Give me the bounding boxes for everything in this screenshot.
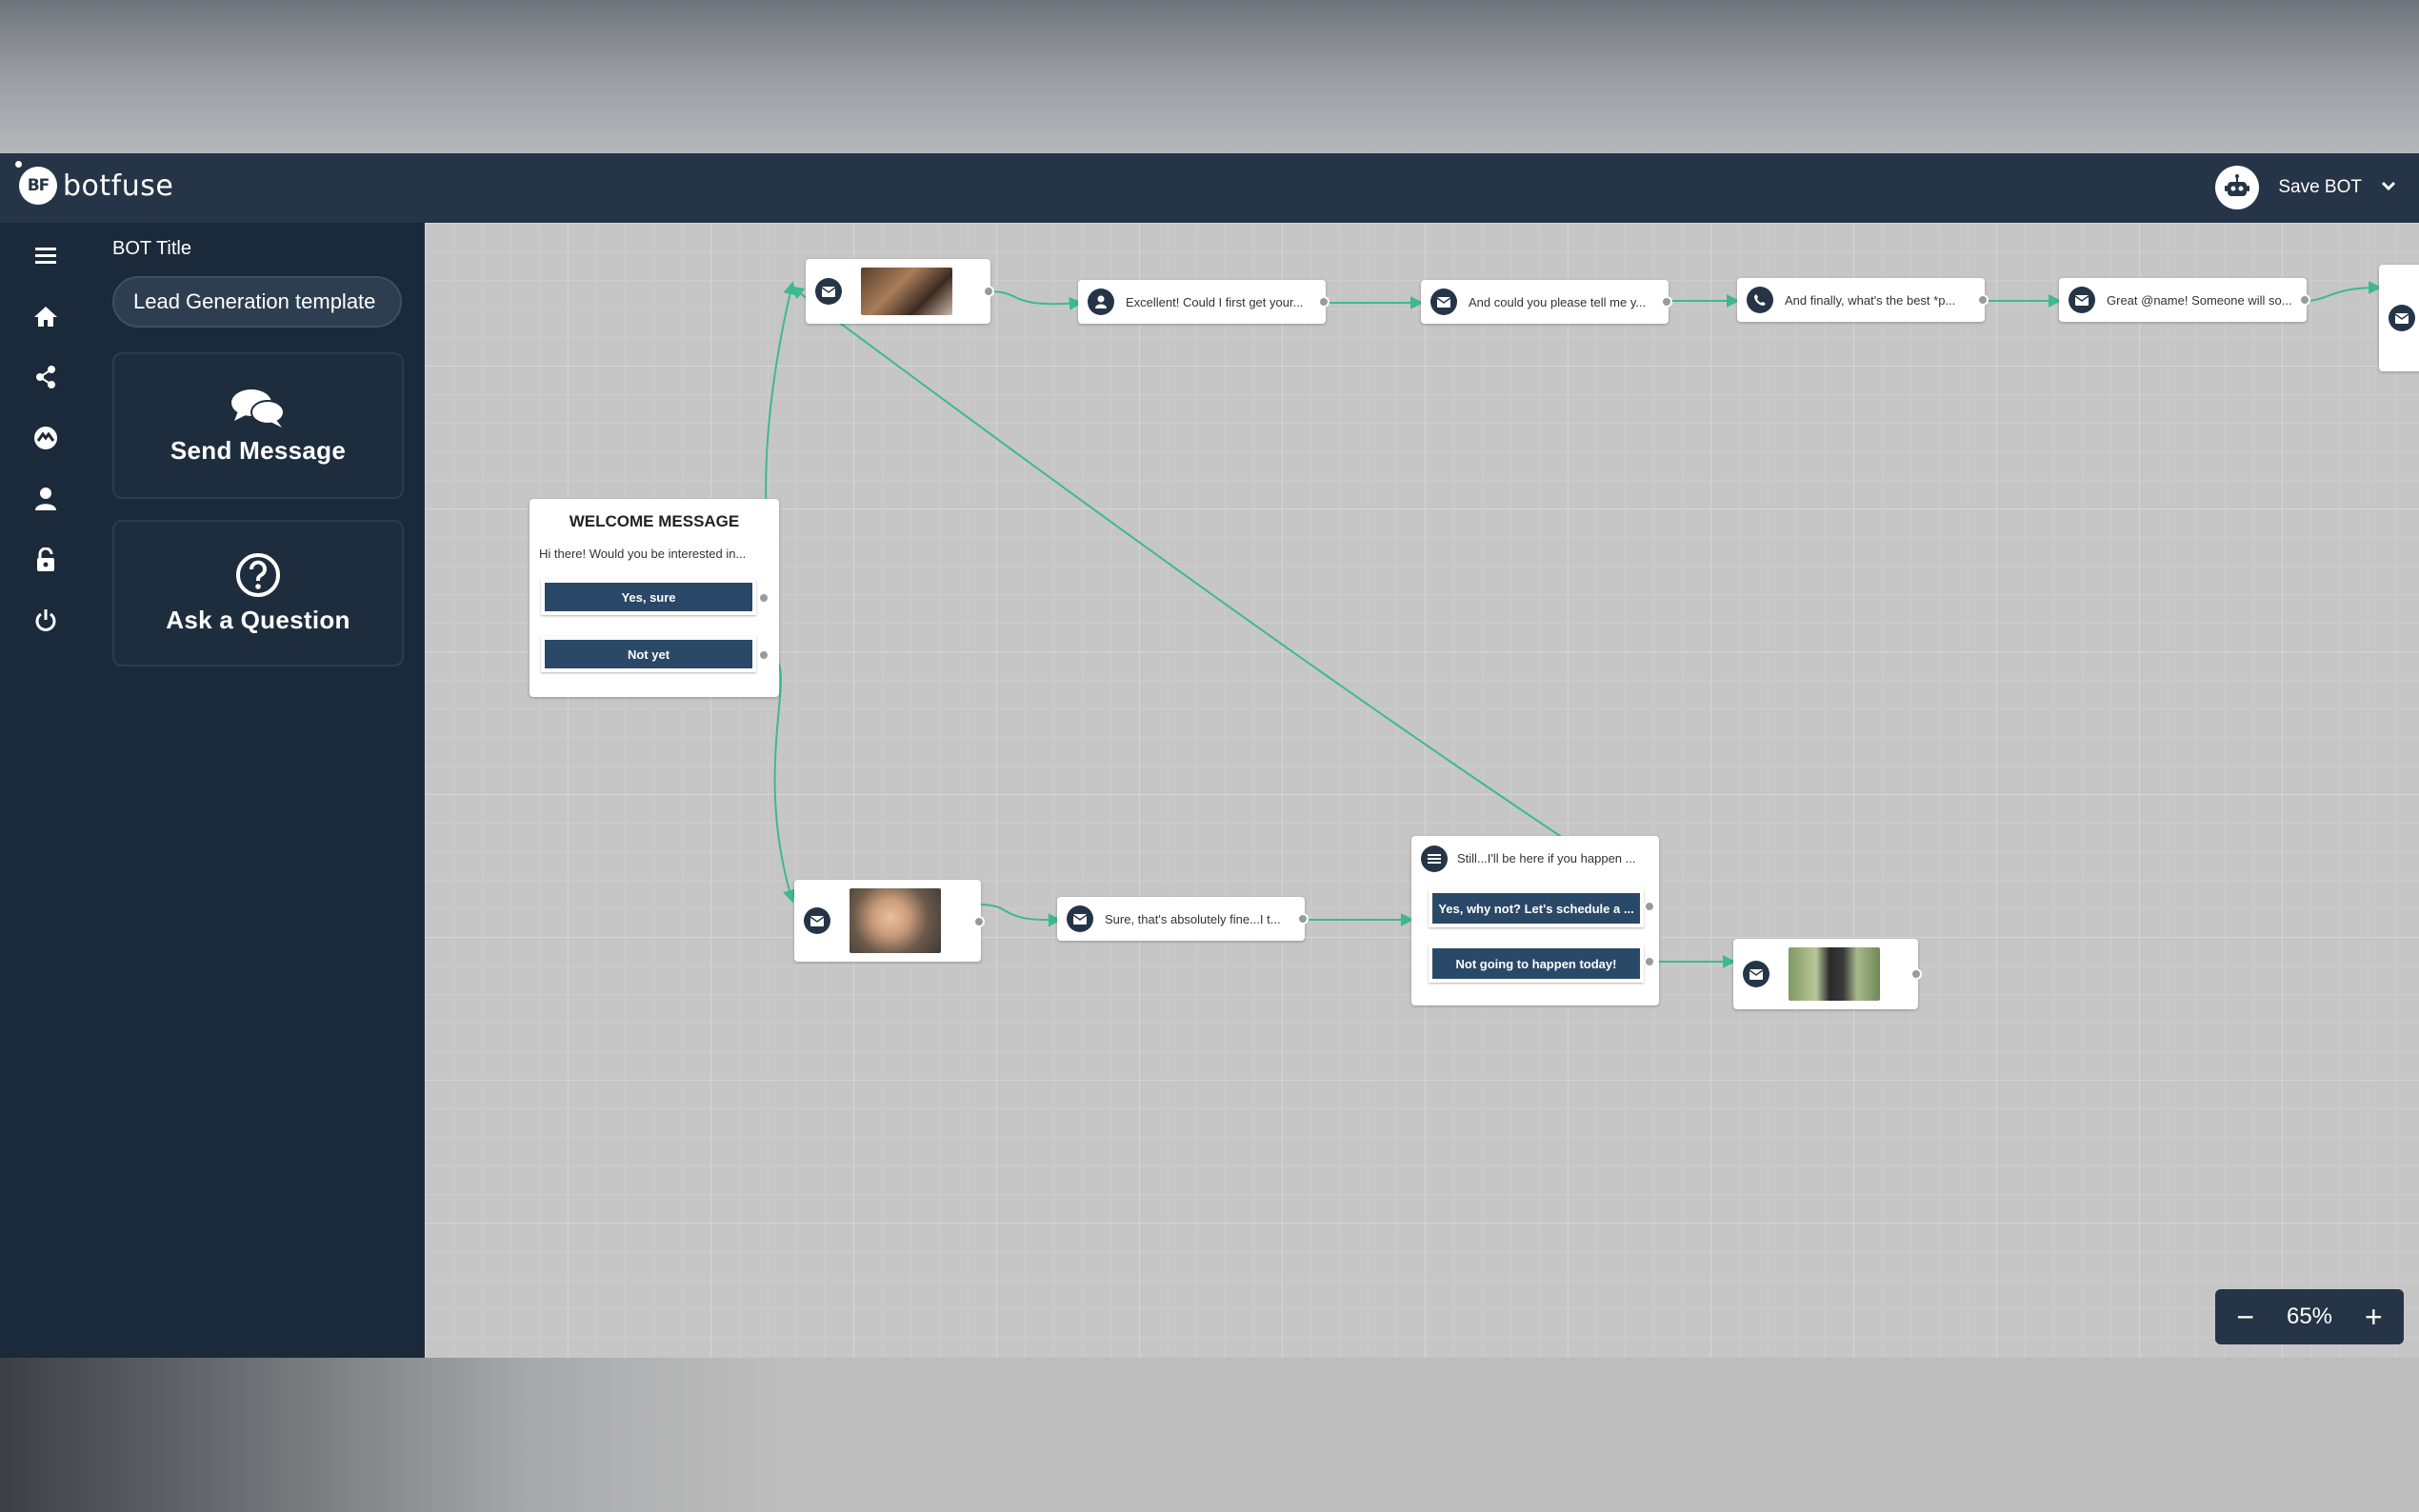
backdrop-top — [0, 0, 2419, 153]
backdrop-bottom — [0, 1358, 2419, 1512]
connector — [790, 286, 1651, 907]
message-text: And finally, what's the best *p... — [1785, 292, 1956, 308]
option-yes-sure[interactable]: Yes, sure — [541, 579, 756, 615]
envelope-icon — [2389, 305, 2415, 331]
welcome-title: WELCOME MESSAGE — [569, 512, 740, 530]
output-port[interactable] — [1318, 296, 1329, 308]
question-circle-icon — [236, 552, 280, 597]
zoom-out-button[interactable]: − — [2227, 1300, 2265, 1335]
user-icon[interactable] — [0, 480, 91, 518]
envelope-icon — [1743, 961, 1769, 987]
home-icon[interactable] — [0, 297, 91, 335]
output-port[interactable] — [758, 649, 770, 661]
output-port[interactable] — [1910, 968, 1922, 980]
header-actions: Save BOT — [2215, 163, 2419, 212]
chevron-down-icon[interactable] — [2381, 179, 2409, 196]
envelope-icon — [1430, 288, 1457, 315]
zoom-level: 65% — [2286, 1303, 2333, 1329]
text-message-node[interactable]: Sure, that's absolutely fine...I t... — [1057, 897, 1309, 941]
output-port[interactable] — [1644, 956, 1655, 967]
send-message-tool[interactable]: Send Message — [112, 352, 404, 499]
envelope-icon — [815, 278, 842, 305]
bot-title-label: BOT Title — [112, 238, 191, 259]
message-image — [850, 888, 941, 953]
lock-icon[interactable] — [0, 541, 91, 579]
envelope-icon — [804, 907, 830, 934]
text-message-node[interactable]: Excellent! Could I first get your... — [1078, 280, 1329, 324]
user-icon — [1088, 288, 1114, 315]
text-message-node[interactable]: And could you please tell me y... — [1421, 280, 1672, 324]
message-image — [861, 268, 952, 315]
power-icon[interactable] — [0, 602, 91, 640]
message-text: And could you please tell me y... — [1469, 294, 1647, 309]
option-not-today[interactable]: Not going to happen today! — [1429, 945, 1644, 983]
logo-badge: BF — [15, 161, 57, 205]
question-text: Still...I'll be here if you happen ... — [1457, 851, 1636, 865]
zoom-in-button[interactable]: + — [2354, 1300, 2392, 1335]
ask-question-label: Ask a Question — [166, 605, 350, 634]
message-text: Sure, that's absolutely fine...I t... — [1105, 911, 1281, 926]
output-port[interactable] — [973, 916, 985, 927]
output-port[interactable] — [1977, 294, 1989, 306]
output-port[interactable] — [1661, 296, 1672, 308]
icon-sidebar — [0, 223, 91, 1358]
list-icon — [1421, 846, 1448, 872]
ask-question-tool[interactable]: Ask a Question — [112, 520, 404, 666]
app-header: BF botfuse Save BOT — [0, 153, 2419, 223]
welcome-text: Hi there! Would you be interested in... — [539, 547, 747, 561]
output-port[interactable] — [1644, 901, 1655, 912]
logo-text: botfuse — [63, 169, 174, 203]
text-message-node[interactable]: Great @name! Someone will so... — [2059, 278, 2310, 322]
question-node[interactable]: Still...I'll be here if you happen ... Y… — [1411, 836, 1659, 1005]
share-icon[interactable] — [0, 358, 91, 396]
image-message-node[interactable] — [1733, 939, 1922, 1009]
message-image — [1789, 947, 1880, 1001]
chat-bubbles-icon — [231, 388, 285, 428]
output-port[interactable] — [758, 592, 770, 604]
flow-canvas[interactable]: WELCOME MESSAGE Hi there! Would you be i… — [425, 223, 2419, 1358]
message-node-partial[interactable] — [2379, 265, 2419, 371]
zoom-control: − 65% + — [2215, 1289, 2404, 1344]
output-port[interactable] — [1297, 913, 1309, 925]
option-schedule[interactable]: Yes, why not? Let's schedule a ... — [1429, 889, 1644, 927]
connector — [988, 290, 1083, 310]
text-message-node[interactable]: And finally, what's the best *p... — [1737, 278, 1989, 322]
envelope-icon — [2069, 287, 2095, 313]
output-port[interactable] — [983, 286, 994, 297]
save-bot-button[interactable]: Save BOT — [2278, 177, 2362, 198]
menu-icon[interactable] — [0, 236, 91, 274]
send-message-label: Send Message — [170, 435, 347, 465]
bot-title-input[interactable] — [112, 276, 402, 328]
connector — [2304, 281, 2382, 302]
output-port[interactable] — [2299, 294, 2310, 306]
builder-panel: BOT Title Send Message Ask a Question — [91, 223, 425, 1358]
connector-layer — [763, 281, 2382, 968]
option-not-yet[interactable]: Not yet — [541, 636, 756, 672]
image-message-node[interactable] — [806, 259, 994, 324]
message-text: Excellent! Could I first get your... — [1126, 294, 1304, 309]
envelope-icon — [1067, 905, 1093, 932]
dashboard-icon[interactable] — [0, 419, 91, 457]
image-message-node[interactable] — [794, 880, 985, 962]
logo[interactable]: BF botfuse — [15, 161, 174, 205]
welcome-node[interactable]: WELCOME MESSAGE Hi there! Would you be i… — [530, 499, 779, 697]
message-text: Great @name! Someone will so... — [2107, 292, 2292, 308]
robot-avatar-icon[interactable] — [2215, 166, 2260, 209]
connector — [978, 904, 1062, 927]
phone-icon — [1747, 287, 1773, 313]
